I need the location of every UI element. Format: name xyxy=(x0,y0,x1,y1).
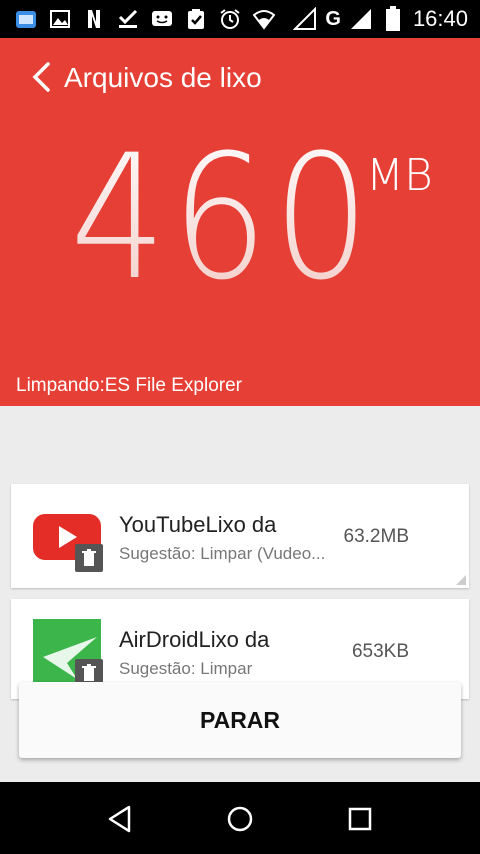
cleaning-status: Limpando:ES File Explorer xyxy=(16,375,242,396)
junk-size-unit: MB xyxy=(366,150,433,201)
stop-button[interactable]: PARAR xyxy=(19,682,461,758)
status-right: G 16:40 xyxy=(293,6,468,32)
app-junk-suggestion: Sugestão: Limpar (Vudeo... xyxy=(119,544,326,563)
chevron-left-icon xyxy=(32,62,50,92)
es-file-explorer-icon xyxy=(14,7,38,31)
home-icon[interactable] xyxy=(220,802,260,836)
alarm-icon xyxy=(218,7,242,31)
junk-size-value: 460 xyxy=(70,117,375,318)
app-junk-suggestion: Sugestão: Limpar xyxy=(119,659,253,678)
chat-icon xyxy=(150,7,174,31)
app-junk-size: 63.2MB xyxy=(343,526,409,547)
app-junk-title: AirDroidLixo da xyxy=(119,627,270,652)
page-title: Arquivos de lixo xyxy=(64,62,262,93)
junk-header: Arquivos de lixo 460 MB Limpando:ES File… xyxy=(0,38,480,406)
signal-icon xyxy=(349,7,373,31)
trash-icon xyxy=(75,544,103,572)
network-type: G xyxy=(325,7,341,30)
app-junk-title: YouTubeLixo da xyxy=(119,512,277,537)
corner-indicator xyxy=(456,575,466,585)
navigation-bar xyxy=(0,782,480,854)
wifi-icon xyxy=(252,7,276,31)
clock: 16:40 xyxy=(412,6,468,31)
app-junk-size: 653KB xyxy=(351,641,409,662)
netflix-icon xyxy=(82,7,106,31)
status-bar: G 16:40 xyxy=(0,0,480,38)
clipboard-check-icon xyxy=(184,7,208,31)
back-button[interactable] xyxy=(28,60,56,94)
recents-icon[interactable] xyxy=(340,802,380,836)
notification-icons xyxy=(14,7,276,31)
list-item[interactable]: YouTubeLixo da Sugestão: Limpar (Vudeo..… xyxy=(11,484,469,588)
battery-icon xyxy=(381,6,405,31)
check-icon xyxy=(116,7,140,31)
signal-icon xyxy=(293,7,317,31)
back-icon[interactable] xyxy=(100,802,140,836)
image-icon xyxy=(48,7,72,31)
